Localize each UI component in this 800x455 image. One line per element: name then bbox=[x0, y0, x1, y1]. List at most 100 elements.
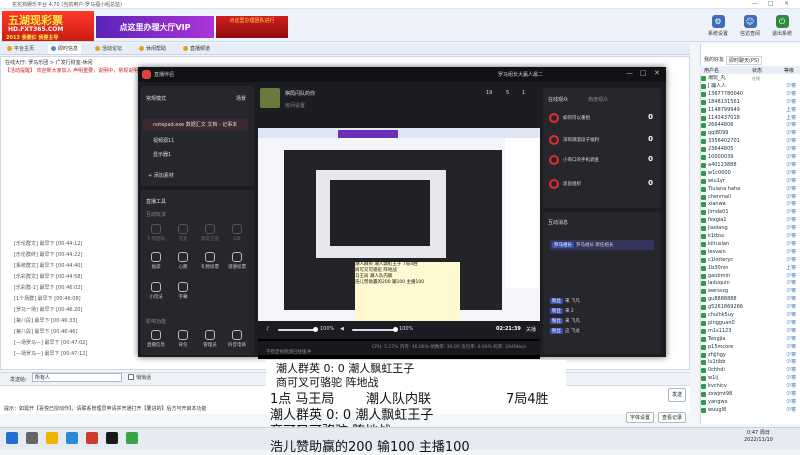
browser-icon[interactable] bbox=[66, 432, 78, 444]
streamer-minimize-button[interactable]: — bbox=[626, 69, 633, 77]
system-clock[interactable]: 0:47 周日 2022/11/10 bbox=[744, 430, 773, 444]
app-icon[interactable] bbox=[86, 432, 98, 444]
tool-button[interactable]: 礼物面板 bbox=[146, 224, 166, 242]
mic-volume-slider[interactable] bbox=[278, 329, 316, 331]
tool-button[interactable]: 礼物投票 bbox=[200, 252, 220, 270]
user-row[interactable]: kilruslan 少将 bbox=[700, 241, 800, 248]
user-row[interactable]: wiu1yr 少将 bbox=[700, 178, 800, 185]
tool-button[interactable]: 福袋 bbox=[146, 252, 166, 270]
tool-button[interactable]: K歌 bbox=[227, 224, 247, 242]
system-settings-button[interactable]: ⚙ 系统设置 bbox=[704, 15, 732, 41]
viewer-row[interactable]: 如何可以重组 0 bbox=[549, 110, 657, 126]
speaker-icon[interactable]: ◀ bbox=[340, 326, 344, 332]
add-material-button[interactable]: + 添加素材 bbox=[148, 172, 174, 179]
tab-chat[interactable]: 即时聊天(PS) bbox=[726, 56, 763, 65]
send-button[interactable]: 发送 bbox=[668, 388, 686, 402]
user-row[interactable]: wersszg 少将 bbox=[700, 288, 800, 295]
visit-query-button[interactable]: ☺ 信访查阅 bbox=[736, 15, 764, 41]
room-settings[interactable]: 房间设置 bbox=[285, 102, 305, 109]
windows-start-icon[interactable] bbox=[6, 432, 18, 444]
scene-label[interactable]: 场景 bbox=[236, 95, 246, 102]
streamer-app-icon[interactable] bbox=[106, 432, 118, 444]
user-row[interactable]: p15mcore 少将 bbox=[700, 344, 800, 351]
user-row[interactable]: jirnde01 少将 bbox=[700, 209, 800, 216]
user-row[interactable]: yangwo 少将 bbox=[700, 399, 800, 406]
search-icon[interactable] bbox=[26, 432, 38, 444]
stop-live-button[interactable]: 关播 bbox=[526, 326, 536, 333]
user-row[interactable]: kvchicv 少将 bbox=[700, 383, 800, 390]
user-row[interactable]: qqi8099 少将 bbox=[700, 130, 800, 137]
tool-button[interactable]: 管理员 bbox=[200, 330, 220, 348]
user-row[interactable]: chuihk5uy 少将 bbox=[700, 312, 800, 319]
viewer-row[interactable]: 深圳潮湿段子福利 0 bbox=[549, 132, 657, 148]
user-row[interactable]: 1148799949 上将 bbox=[700, 107, 800, 114]
online-tab[interactable]: 在线观众 bbox=[548, 96, 568, 103]
user-row[interactable]: fexgia1 少将 bbox=[700, 217, 800, 224]
tool-button[interactable]: 小玩法 bbox=[146, 282, 166, 300]
user-row[interactable]: 23644805 少将 bbox=[700, 146, 800, 153]
history-button[interactable]: 查看记录 bbox=[658, 412, 686, 423]
team-banner[interactable]: 点这里办理团队进行 bbox=[216, 16, 288, 38]
viewer-row[interactable]: 小哥口的手机调查 0 bbox=[549, 152, 657, 168]
streamer-close-button[interactable]: ✕ bbox=[654, 69, 660, 77]
user-row[interactable]: 1848131561 少将 bbox=[700, 99, 800, 106]
tab-live[interactable]: 直播频道 bbox=[180, 44, 213, 54]
tool-button[interactable]: 直播信息 bbox=[146, 330, 166, 348]
tool-button[interactable]: 背包 bbox=[173, 330, 193, 348]
system-volume-knob[interactable] bbox=[393, 327, 398, 332]
user-row[interactable]: xianwa 少将 bbox=[700, 201, 800, 208]
user-row[interactable]: Tiuiana haha 少将 bbox=[700, 186, 800, 193]
tab-instant[interactable]: 即时信息 bbox=[48, 44, 82, 54]
user-row[interactable]: pingguan0 少将 bbox=[700, 320, 800, 327]
vip-banner[interactable]: 点这里办理大厅VIP bbox=[96, 16, 214, 38]
user-row[interactable]: jiaolang 少将 bbox=[700, 225, 800, 232]
tab-friends[interactable]: 我的好友 bbox=[702, 56, 726, 65]
user-row[interactable]: chenmail 少将 bbox=[700, 194, 800, 201]
user-row[interactable]: k1tbsc 少将 bbox=[700, 233, 800, 240]
user-row[interactable]: a40123888 少将 bbox=[700, 162, 800, 169]
user-row[interactable]: lesvain 少将 bbox=[700, 249, 800, 256]
user-row[interactable]: ganbmin 少将 bbox=[700, 273, 800, 280]
tool-button[interactable]: 字幕 bbox=[173, 282, 193, 300]
user-row[interactable]: J 蹦人人 少将 bbox=[700, 83, 800, 90]
exit-system-button[interactable]: ⏻ 退出系统 bbox=[768, 15, 796, 41]
user-row[interactable]: 1b30nin 上将 bbox=[700, 265, 800, 272]
tab-forum[interactable]: 活动论坛 bbox=[92, 44, 125, 54]
recipient-select[interactable]: 所有人 bbox=[32, 373, 122, 382]
user-row[interactable]: lu1tibb 少将 bbox=[700, 359, 800, 366]
user-row[interactable]: 13677780040 少将 bbox=[700, 91, 800, 98]
user-row[interactable]: 0chhdi 少将 bbox=[700, 367, 800, 374]
user-row[interactable]: g5261869266 少将 bbox=[700, 304, 800, 311]
user-row[interactable]: Tengjia 少将 bbox=[700, 336, 800, 343]
mic-volume-knob[interactable] bbox=[313, 327, 318, 332]
user-row[interactable]: 10000039 少将 bbox=[700, 154, 800, 161]
user-row[interactable]: c1lotteryc 少将 bbox=[700, 257, 800, 264]
mic-icon[interactable]: ♪ bbox=[266, 326, 269, 332]
room-cover[interactable] bbox=[260, 88, 280, 108]
tool-button[interactable]: 道德投票 bbox=[227, 252, 247, 270]
minimize-button[interactable]: — bbox=[752, 0, 758, 7]
tool-button[interactable]: 心愿 bbox=[173, 252, 193, 270]
font-settings-button[interactable]: 字体设置 bbox=[626, 412, 654, 423]
user-row[interactable]: laduquin 少将 bbox=[700, 280, 800, 287]
user-row[interactable]: zxwjmt98 少将 bbox=[700, 391, 800, 398]
tab-home[interactable]: 平台主页 bbox=[4, 44, 37, 54]
user-row[interactable]: w1c0000 少将 bbox=[700, 170, 800, 177]
user-row[interactable]: 潮玩_丸 在线 bbox=[700, 75, 800, 82]
mode-select[interactable]: 常规模式 bbox=[146, 95, 166, 102]
user-row[interactable]: w1ij 少将 bbox=[700, 375, 800, 382]
user-row[interactable]: wuugl8 少将 bbox=[700, 407, 800, 414]
user-row[interactable]: m1s1123 少将 bbox=[700, 328, 800, 335]
user-row[interactable]: 1143437018 上将 bbox=[700, 115, 800, 122]
user-row[interactable]: 3356402701 少将 bbox=[700, 138, 800, 145]
user-row[interactable]: 26644806 少将 bbox=[700, 122, 800, 129]
whisper-checkbox[interactable] bbox=[128, 374, 134, 380]
tab-help[interactable]: 休闲帮助 bbox=[136, 44, 169, 54]
viewer-row[interactable]: 思良组织 0 bbox=[549, 176, 657, 192]
wechat-icon[interactable] bbox=[126, 432, 138, 444]
user-row[interactable]: gu8888888 少将 bbox=[700, 296, 800, 303]
streamer-maximize-button[interactable]: □ bbox=[640, 69, 647, 77]
user-row[interactable]: zhjjhgy 少将 bbox=[700, 352, 800, 359]
source-item[interactable]: 显示器1 bbox=[143, 149, 248, 161]
source-item[interactable]: notepad.exe 数据汇文 文档 - 记事本 bbox=[143, 119, 248, 131]
